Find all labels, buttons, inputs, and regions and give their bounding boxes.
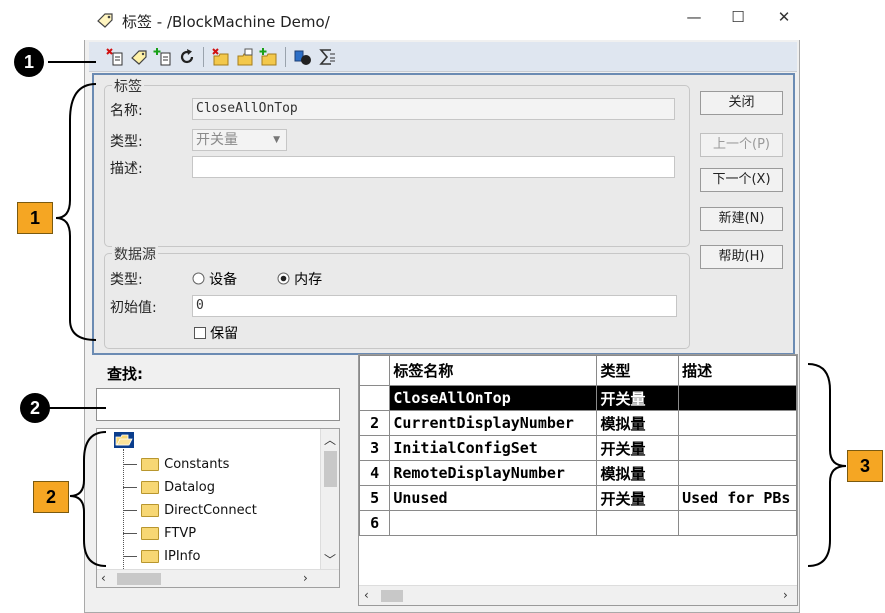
callout-lines [48,61,847,567]
callout-badge-2: 2 [33,481,69,513]
callout-disc-1: 1 [14,47,44,77]
callout-badge-3: 3 [847,450,883,482]
callout-disc-2: 2 [20,393,50,423]
callout-badge-1: 1 [17,202,53,234]
